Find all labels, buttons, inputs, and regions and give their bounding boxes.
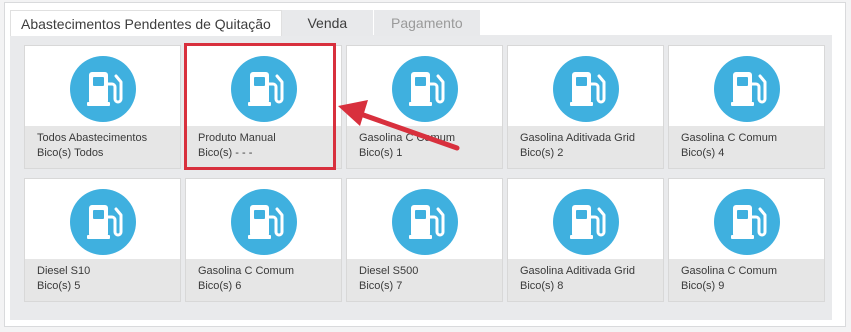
tab-abastecimentos-pendentes[interactable]: Abastecimentos Pendentes de Quitação xyxy=(10,10,282,36)
card-bico: Bico(s) 7 xyxy=(359,280,403,292)
card-bico: Bico(s) 2 xyxy=(520,147,564,159)
card-bico: Bico(s) - - - xyxy=(198,147,253,159)
tab-bar: Abastecimentos Pendentes de Quitação Ven… xyxy=(10,10,480,36)
tab-venda[interactable]: Venda xyxy=(281,10,373,36)
card-name: Gasolina C Comum xyxy=(681,132,777,144)
nozzle-card-bico-8[interactable]: Gasolina Aditivada Grid Bico(s) 8 xyxy=(507,178,664,302)
nozzle-card-bico-2[interactable]: Gasolina Aditivada Grid Bico(s) 2 xyxy=(507,45,664,169)
card-name: Diesel S500 xyxy=(359,265,419,277)
nozzle-card-bico-4[interactable]: Gasolina C Comum Bico(s) 4 xyxy=(668,45,825,169)
nozzle-card-bico-5[interactable]: Diesel S10 Bico(s) 5 xyxy=(24,178,181,302)
card-bico: Bico(s) 6 xyxy=(198,280,242,292)
nozzle-card-bico-9[interactable]: Gasolina C Comum Bico(s) 9 xyxy=(668,178,825,302)
card-bico: Bico(s) 1 xyxy=(359,147,403,159)
tab-pagamento: Pagamento xyxy=(373,10,480,36)
nozzle-card-bico-1[interactable]: Gasolina C Comum Bico(s) 1 xyxy=(346,45,503,169)
fuel-pump-icon xyxy=(552,189,619,255)
card-name: Gasolina Aditivada Grid xyxy=(520,265,635,277)
fuel-pump-icon xyxy=(391,189,458,255)
card-bico: Bico(s) 4 xyxy=(681,147,725,159)
fuel-pump-icon xyxy=(69,56,136,122)
card-name: Gasolina C Comum xyxy=(681,265,777,277)
nozzle-card-produto-manual[interactable]: Produto Manual Bico(s) - - - xyxy=(185,45,342,169)
fuel-pump-icon xyxy=(230,189,297,255)
fuel-pump-icon xyxy=(713,56,780,122)
card-bico: Bico(s) 5 xyxy=(37,280,81,292)
nozzle-card-bico-7[interactable]: Diesel S500 Bico(s) 7 xyxy=(346,178,503,302)
card-bico: Bico(s) 8 xyxy=(520,280,564,292)
card-bico: Bico(s) Todos xyxy=(37,147,104,159)
card-name: Gasolina C Comum xyxy=(359,132,455,144)
card-name: Produto Manual xyxy=(198,132,276,144)
fuel-pump-icon xyxy=(713,189,780,255)
card-name: Todos Abastecimentos xyxy=(37,132,148,144)
card-name: Diesel S10 xyxy=(37,265,91,277)
card-name: Gasolina C Comum xyxy=(198,265,294,277)
nozzle-card-todos[interactable]: Todos Abastecimentos Bico(s) Todos xyxy=(24,45,181,169)
fuel-pump-icon xyxy=(391,56,458,122)
nozzle-card-bico-6[interactable]: Gasolina C Comum Bico(s) 6 xyxy=(185,178,342,302)
fuel-pump-icon xyxy=(230,56,297,122)
card-name: Gasolina Aditivada Grid xyxy=(520,132,635,144)
card-bico: Bico(s) 9 xyxy=(681,280,725,292)
fuel-pump-icon xyxy=(552,56,619,122)
fuel-pump-icon xyxy=(69,189,136,255)
